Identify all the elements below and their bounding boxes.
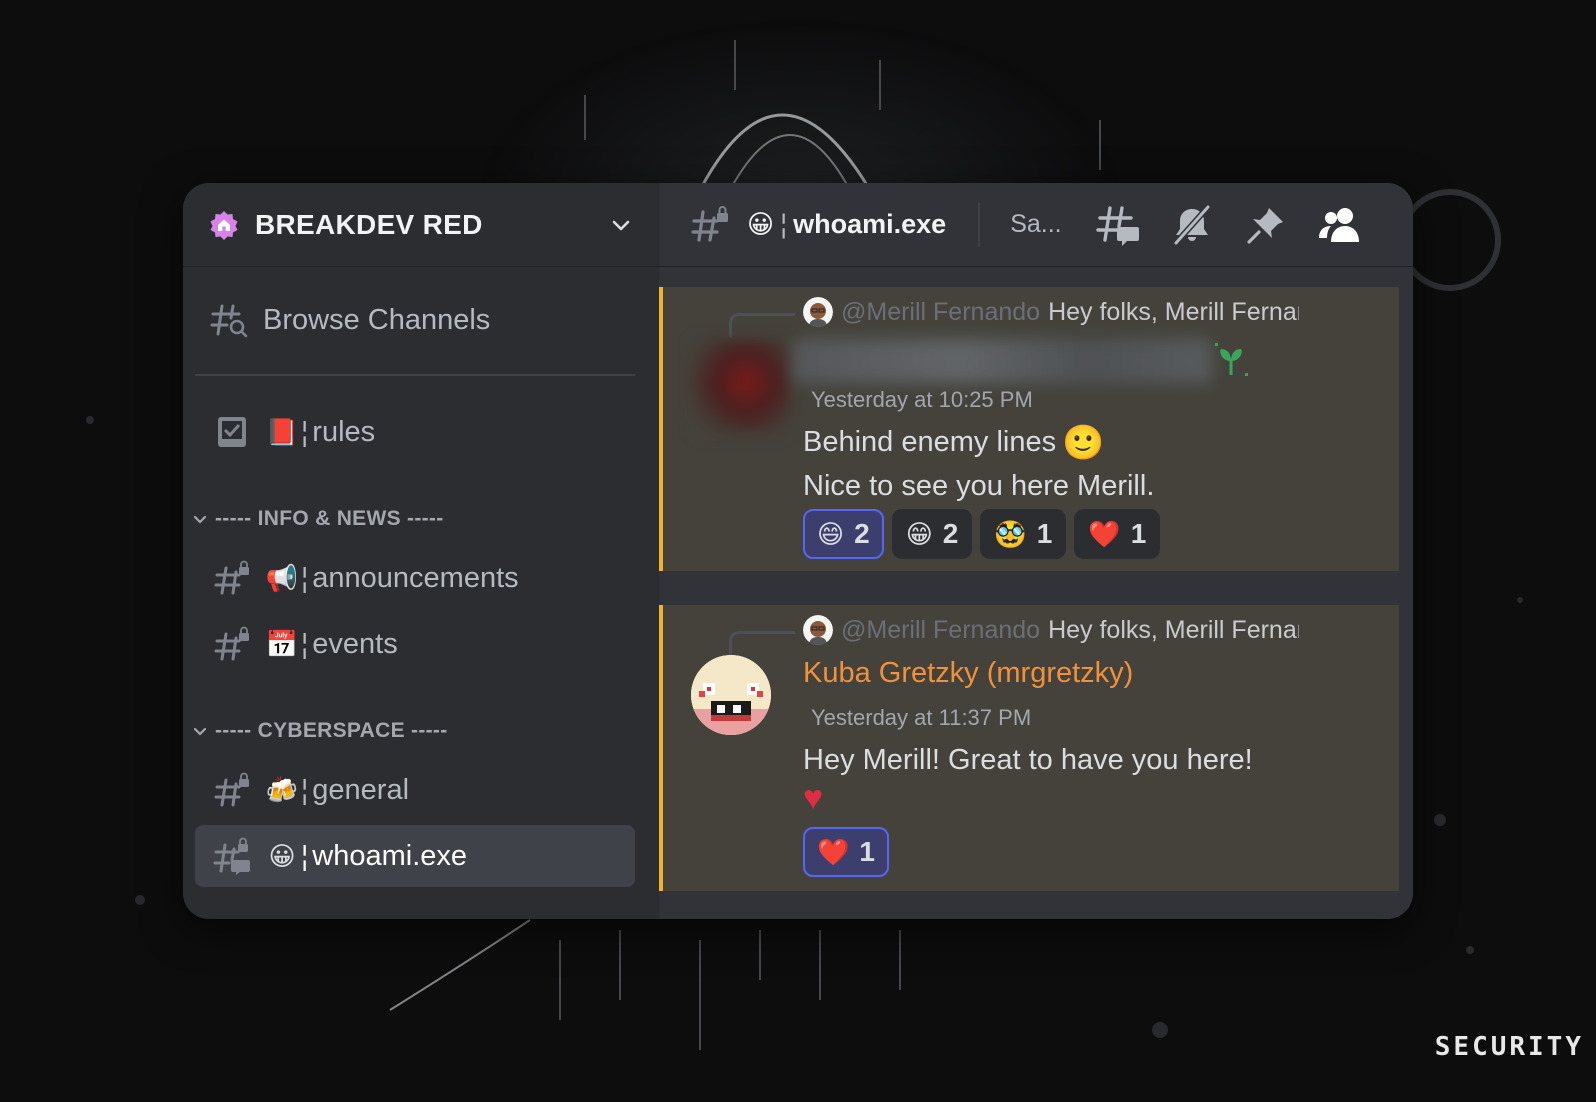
reaction-grin[interactable]: 😁 2 xyxy=(891,509,973,559)
sidebar-item-general[interactable]: 🍻 ¦ general xyxy=(195,759,635,821)
channel-bar: ¦ xyxy=(301,840,309,871)
hashtag-lock-icon xyxy=(691,205,728,242)
author-name-blurred[interactable] xyxy=(793,339,1211,383)
sidebar-item-rules[interactable]: 📕 ¦ rules xyxy=(195,401,635,463)
sidebar-divider xyxy=(195,374,635,376)
threads-icon[interactable] xyxy=(1094,201,1142,249)
message-timestamp[interactable]: Yesterday at 10:25 PM xyxy=(811,387,1033,413)
reaction-count: 1 xyxy=(1036,518,1053,549)
reaction-disguise[interactable]: 🥸 1 xyxy=(980,509,1067,559)
channel-name: whoami.exe xyxy=(793,209,947,239)
watermark-logo: SECURITY xyxy=(1434,1032,1584,1062)
sidebar-item-label: general xyxy=(312,773,410,806)
checkbox-icon xyxy=(211,411,253,453)
home-badge-icon xyxy=(209,210,239,240)
reply-connector xyxy=(729,631,795,655)
reply-mention[interactable]: @Merill Fernando xyxy=(841,616,1040,645)
reaction-heart[interactable]: ❤️ 1 xyxy=(1074,509,1161,559)
reactions-bar: 😄 2 😁 2 🥸 1 ❤️ 1 xyxy=(803,509,1168,559)
hashtag-lock-icon xyxy=(211,623,253,665)
message-author[interactable]: Kuba Gretzky (mrgretzky) xyxy=(803,657,1133,690)
message-timestamp[interactable]: Yesterday at 11:37 PM xyxy=(811,705,1031,731)
chevron-down-icon xyxy=(193,727,207,736)
channel-separator: ¦ xyxy=(780,209,788,239)
message-body: Hey Merill! Great to have you here! xyxy=(803,744,1253,776)
members-icon[interactable] xyxy=(1316,201,1364,249)
reaction-smile[interactable]: 😄 2 xyxy=(803,509,884,559)
channel-header: 😀 ¦ whoami.exe Sa... xyxy=(659,183,1413,267)
reply-preview[interactable]: @Merill Fernando Hey folks, Merill Ferna… xyxy=(803,615,1299,645)
reply-text: Hey folks, Merill Fernando xyxy=(1048,297,1299,326)
reply-avatar xyxy=(803,615,833,645)
category-cyberspace[interactable]: ----- CYBERSPACE ----- xyxy=(191,719,448,743)
channel-topic[interactable]: Sa... xyxy=(1010,210,1061,239)
browse-channels-label: Browse Channels xyxy=(263,303,491,336)
channel-bar: ¦ xyxy=(301,628,309,659)
message-body: Behind enemy lines 🙂 Nice to see you here… xyxy=(803,421,1154,508)
category-info-news[interactable]: ----- INFO & NEWS ----- xyxy=(191,507,444,531)
reaction-emoji: ❤️ xyxy=(817,836,850,867)
message-2[interactable]: @Merill Fernando Hey folks, Merill Ferna… xyxy=(659,605,1399,891)
pin-icon[interactable] xyxy=(1242,201,1290,249)
channel-bar: ¦ xyxy=(301,562,309,593)
reaction-emoji: 😁 xyxy=(905,518,933,549)
sidebar-item-events[interactable]: 📅 ¦ events xyxy=(195,613,635,675)
category-label: ----- CYBERSPACE ----- xyxy=(215,719,448,742)
chevron-down-icon[interactable] xyxy=(609,213,633,237)
slight-smile-emoji: 🙂 xyxy=(1062,423,1105,462)
channel-emoji: 😀 xyxy=(268,840,296,871)
sidebar-item-label: rules xyxy=(312,415,376,448)
reaction-heart[interactable]: ❤️ 1 xyxy=(803,827,889,877)
rules-emoji: 📕 xyxy=(265,416,299,447)
reaction-count: 1 xyxy=(1130,518,1147,549)
channel-bar: ¦ xyxy=(301,416,309,447)
reaction-emoji: 🥸 xyxy=(994,518,1027,549)
browse-channels-button[interactable]: Browse Channels xyxy=(209,289,490,351)
channel-emoji: 📢 xyxy=(265,562,299,593)
reaction-emoji: 😄 xyxy=(817,518,845,549)
reaction-emoji: ❤️ xyxy=(1088,518,1121,549)
category-label: ----- INFO & NEWS ----- xyxy=(215,507,444,530)
hashtag-lock-icon xyxy=(211,769,253,811)
message-1[interactable]: @Merill Fernando Hey folks, Merill Ferna… xyxy=(659,287,1399,571)
heart-emoji: ♥ xyxy=(803,779,824,817)
server-header[interactable]: BREAKDEV RED xyxy=(183,183,659,267)
reaction-count: 2 xyxy=(942,518,959,549)
channel-sidebar: Browse Channels 📕 ¦ rules ----- INFO & N… xyxy=(183,267,659,919)
reactions-bar: ❤️ 1 xyxy=(803,827,897,877)
message-line: Nice to see you here Merill. xyxy=(803,469,1155,502)
sprout-badge-icon xyxy=(1215,343,1248,376)
server-name: BREAKDEV RED xyxy=(255,208,483,240)
avatar[interactable] xyxy=(691,655,771,735)
chevron-down-icon xyxy=(193,515,207,524)
channel-emoji: 😀 xyxy=(747,209,775,239)
hashtag-lock-icon xyxy=(211,557,253,599)
sidebar-item-announcements[interactable]: 📢 ¦ announcements xyxy=(195,547,635,609)
sidebar-item-label: whoami.exe xyxy=(312,839,468,872)
reply-avatar xyxy=(803,297,833,327)
reply-preview[interactable]: @Merill Fernando Hey folks, Merill Ferna… xyxy=(803,297,1299,327)
chat-area: @Merill Fernando Hey folks, Merill Ferna… xyxy=(659,267,1413,919)
channel-emoji: 📅 xyxy=(265,628,299,659)
hashtag-search-icon xyxy=(210,304,248,338)
avatar-blurred[interactable] xyxy=(691,339,791,435)
reaction-count: 1 xyxy=(859,836,875,867)
message-text: Behind enemy lines xyxy=(803,426,1057,458)
reaction-count: 2 xyxy=(854,518,870,549)
reply-text: Hey folks, Merill Fernando xyxy=(1048,615,1299,644)
reply-connector xyxy=(729,313,795,337)
discord-window: BREAKDEV RED 😀 ¦ whoami.exe Sa... Browse… xyxy=(183,183,1413,919)
sidebar-item-label: events xyxy=(312,627,398,660)
channel-emoji: 🍻 xyxy=(265,774,299,805)
channel-bar: ¦ xyxy=(301,774,309,805)
header-divider xyxy=(978,202,981,247)
message-line: Behind enemy lines 🙂 xyxy=(803,421,1154,465)
reply-mention[interactable]: @Merill Fernando xyxy=(841,298,1040,327)
bell-slash-icon[interactable] xyxy=(1168,201,1216,249)
sidebar-item-label: announcements xyxy=(312,561,519,594)
channel-title: 😀 ¦ whoami.exe xyxy=(731,209,946,240)
hashtag-lock-thread-icon xyxy=(211,835,253,877)
sidebar-item-whoami[interactable]: 😀 ¦ whoami.exe xyxy=(195,825,635,887)
